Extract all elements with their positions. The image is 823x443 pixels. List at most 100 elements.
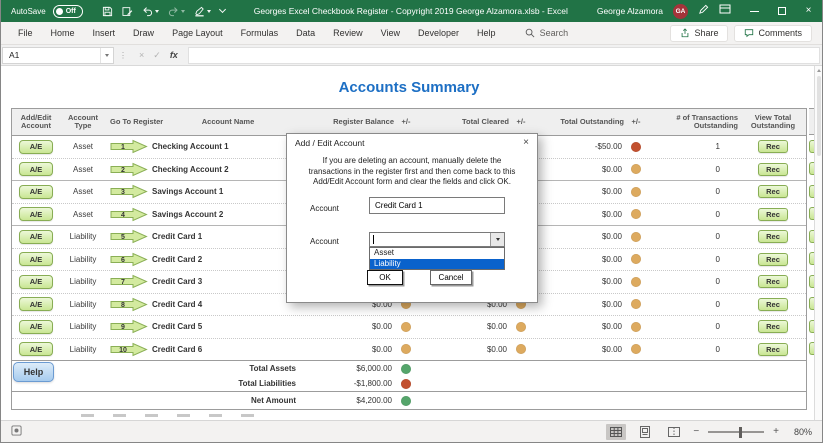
total-outstanding-cell: $0.00 [531,322,626,331]
add-edit-button[interactable]: A/E [19,252,53,266]
tab-home[interactable]: Home [42,28,84,38]
zoom-level[interactable]: 80% [788,427,812,437]
add-edit-button[interactable]: A/E [19,162,53,176]
total-value: $6,000.00 [306,364,396,373]
tab-help[interactable]: Help [468,28,505,38]
add-edit-button[interactable]: A/E [19,140,53,154]
add-edit-button[interactable]: A/E [19,207,53,221]
zoom-in-button[interactable]: + [773,427,779,437]
redo-icon[interactable] [168,6,185,17]
total-outstanding-status-dot [631,142,641,152]
tab-developer[interactable]: Developer [409,28,468,38]
minimize-button[interactable] [741,0,768,22]
tab-view[interactable]: View [372,28,409,38]
name-box-dropdown-icon[interactable] [100,48,113,63]
undo-icon[interactable] [142,6,159,17]
page-break-preview-icon[interactable] [664,424,684,440]
user-name[interactable]: George Alzamora [597,6,663,16]
normal-view-icon[interactable] [606,424,626,440]
search-icon [525,28,535,38]
help-button[interactable]: Help [13,362,54,382]
dialog-close-icon[interactable]: × [523,138,529,148]
share-button[interactable]: Share [670,25,728,42]
tab-file[interactable]: File [9,28,42,38]
rec-button[interactable]: Rec [758,320,788,333]
maximize-button[interactable] [768,0,795,22]
tab-insert[interactable]: Insert [84,28,125,38]
avatar[interactable]: GA [673,4,688,19]
dropdown-option-asset[interactable]: Asset [370,248,504,259]
account-name-cell: Credit Card 6 [150,345,306,354]
macro-record-icon[interactable] [11,423,22,441]
pen-icon[interactable] [698,2,709,20]
register-balance-status-dot [401,344,411,354]
close-button[interactable]: × [795,0,822,22]
name-box-value: A1 [9,50,19,60]
zoom-out-button[interactable]: − [693,427,699,437]
tab-page-layout[interactable]: Page Layout [163,28,232,38]
save-icon[interactable] [102,6,113,17]
add-edit-button[interactable]: A/E [19,230,53,244]
add-edit-button[interactable]: A/E [19,275,53,289]
account-name-field[interactable] [369,197,505,214]
go-to-register-arrow[interactable]: 1 [106,139,150,154]
zoom-slider-thumb[interactable] [739,427,743,438]
autosave-toggle[interactable]: Off [53,5,83,18]
go-to-register-arrow[interactable]: 6 [106,252,150,267]
add-edit-button[interactable]: A/E [19,342,53,356]
insert-function-icon[interactable]: fx [170,50,178,60]
go-to-register-arrow[interactable]: 2 [106,162,150,177]
ribbon-display-options-icon[interactable] [719,2,731,20]
tab-data[interactable]: Data [287,28,324,38]
rec-button[interactable]: Rec [758,253,788,266]
go-to-register-arrow[interactable]: 3 [106,184,150,199]
rec-button[interactable]: Rec [758,140,788,153]
vertical-scrollbar[interactable] [814,66,822,420]
confirm-entry-icon[interactable]: ✓ [153,50,161,61]
svg-text:2: 2 [121,167,125,174]
go-to-register-arrow[interactable]: 4 [106,207,150,222]
go-to-register-arrow[interactable]: 8 [106,297,150,312]
page-layout-view-icon[interactable] [635,424,655,440]
total-outstanding-status-dot [631,254,641,264]
add-edit-button[interactable]: A/E [19,185,53,199]
go-to-register-arrow[interactable]: 9 [106,319,150,334]
zoom-slider[interactable] [708,431,764,433]
account-type-cell: Asset [60,187,106,196]
comments-label: Comments [758,28,802,38]
go-to-register-arrow[interactable]: 7 [106,274,150,289]
rec-button[interactable]: Rec [758,185,788,198]
rec-button[interactable]: Rec [758,163,788,176]
name-box[interactable]: A1 [2,47,114,64]
customize-qat-chevron-icon[interactable] [220,10,225,12]
scroll-up-icon[interactable] [817,69,821,72]
ink-highlighter-icon[interactable] [194,6,211,17]
go-to-register-arrow[interactable]: 10 [106,342,150,357]
cancel-button[interactable]: Cancel [430,270,472,285]
dialog-message: If you are deleting an account, manually… [303,156,521,188]
tab-review[interactable]: Review [324,28,372,38]
ok-button[interactable]: OK [367,270,403,285]
dropdown-option-liability[interactable]: Liability [370,259,504,270]
rec-button[interactable]: Rec [758,343,788,356]
autosave-state: Off [66,8,76,15]
rec-button[interactable]: Rec [758,275,788,288]
add-edit-button[interactable]: A/E [19,297,53,311]
total-outstanding-status-dot [631,322,641,332]
rec-button[interactable]: Rec [758,230,788,243]
tab-draw[interactable]: Draw [124,28,163,38]
go-to-register-arrow[interactable]: 5 [106,229,150,244]
combobox-dropdown-icon[interactable] [490,233,504,246]
rec-button[interactable]: Rec [758,298,788,311]
cancel-entry-icon[interactable]: × [139,50,144,60]
transactions-outstanding-cell: 0 [646,277,740,286]
account-type-combobox[interactable] [369,232,505,247]
scrollbar-thumb[interactable] [817,76,821,156]
save-as-icon[interactable] [122,6,133,17]
tab-formulas[interactable]: Formulas [232,28,288,38]
formula-input[interactable] [188,47,820,64]
comments-button[interactable]: Comments [734,25,812,42]
rec-button[interactable]: Rec [758,208,788,221]
add-edit-button[interactable]: A/E [19,320,53,334]
search-box[interactable]: Search [525,28,569,38]
